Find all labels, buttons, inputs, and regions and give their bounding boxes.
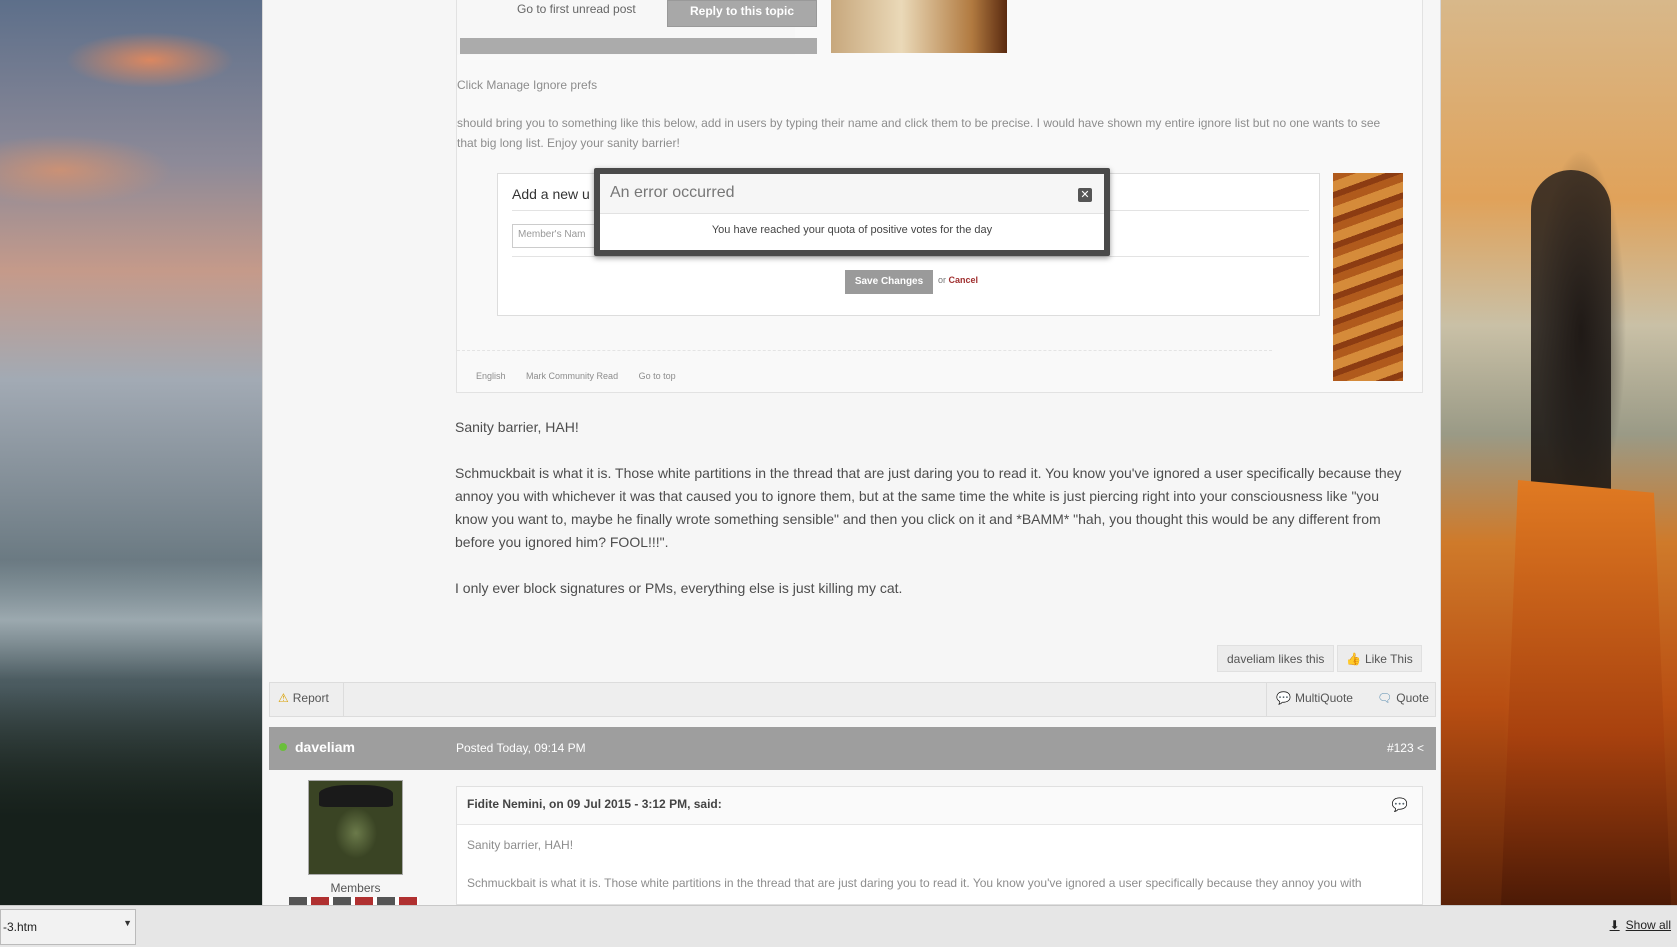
quote-text: Sanity barrier, HAH! Schmuckbait is what… <box>457 825 1422 903</box>
download-item[interactable]: -3.htm ▼ <box>0 909 136 945</box>
footer-link: English <box>476 371 506 381</box>
post-paragraph: Schmuckbait is what it is. Those white p… <box>455 465 1402 550</box>
online-status-icon <box>279 743 287 751</box>
footer-links: English Mark Community Read Go to top <box>476 371 694 381</box>
chat-bubbles-icon[interactable]: 💬 <box>1392 797 1408 813</box>
post-date: Posted Today, 09:14 PM <box>456 741 586 755</box>
report-label: Report <box>292 691 329 705</box>
footer-link: Go to top <box>638 371 676 381</box>
error-title: An error occurred <box>600 174 1104 214</box>
show-all-link[interactable]: ⬇ Show all <box>1610 918 1671 932</box>
first-unread-link: Go to first unread post <box>517 2 636 16</box>
dashed-divider <box>457 350 1272 351</box>
quote-cite-text: Fidite Nemini, on 09 Jul 2015 - 3:12 PM,… <box>467 797 722 811</box>
quote-box: Fidite Nemini, on 09 Jul 2015 - 3:12 PM,… <box>456 786 1423 905</box>
save-changes-button: Save Changes <box>845 270 933 294</box>
divider <box>1266 683 1267 716</box>
rock-cliff <box>1501 480 1671 905</box>
warning-icon: ⚠ <box>278 691 289 705</box>
post-number-label: #123 <box>1386 741 1414 755</box>
download-filename: -3.htm <box>3 920 38 934</box>
footer-link: Mark Community Read <box>526 371 619 381</box>
multiquote-button[interactable]: 💬 MultiQuote <box>1276 691 1353 705</box>
thumbnail-image <box>831 0 1007 53</box>
report-button[interactable]: ⚠ Report <box>278 691 329 705</box>
warrior-figure <box>1531 170 1611 500</box>
error-modal: An error occurred ✕ You have reached you… <box>594 168 1110 256</box>
quote-line: Sanity barrier, HAH! <box>467 838 574 852</box>
like-label: Like This <box>1364 652 1413 666</box>
forum-page: Go to first unread post Reply to this to… <box>262 0 1441 905</box>
show-all-label: Show all <box>1625 918 1671 932</box>
author-name[interactable]: daveliam <box>295 739 355 755</box>
download-icon: ⬇ <box>1609 918 1620 932</box>
quote-citation: Fidite Nemini, on 09 Jul 2015 - 3:12 PM,… <box>457 787 1422 825</box>
multiquote-icon: 💬 <box>1276 691 1291 705</box>
download-bar: -3.htm ▼ ⬇ Show all <box>0 905 1677 947</box>
quote-icon: 🗨 <box>1377 691 1393 705</box>
background-left-artwork <box>0 0 262 905</box>
post-body: Sanity barrier, HAH! Schmuckbait is what… <box>455 416 1415 623</box>
or-text: or <box>938 275 947 285</box>
member-group: Members <box>330 881 381 895</box>
close-icon[interactable]: ✕ <box>1078 188 1092 202</box>
cancel-link: Cancel <box>948 275 979 285</box>
post-paragraph: I only ever block signatures or PMs, eve… <box>455 580 903 596</box>
background-right-artwork <box>1441 0 1677 905</box>
divider <box>512 256 1309 257</box>
side-thumbnail <box>1333 173 1403 381</box>
quote-label: Quote <box>1396 691 1429 705</box>
thumbs-up-icon: 👍 <box>1346 652 1361 666</box>
post-number[interactable]: #123 < <box>1387 741 1424 755</box>
click-manage-text: Click Manage Ignore prefs <box>457 78 598 92</box>
likes-text[interactable]: daveliam likes this <box>1217 645 1335 672</box>
member-badges <box>289 897 419 905</box>
instructions-text: should bring you to something like this … <box>457 116 1381 150</box>
embedded-topbar: Go to first unread post Reply to this to… <box>457 0 817 55</box>
quote-button[interactable]: 🗨 Quote <box>1377 691 1429 705</box>
reply-topic-button: Reply to this topic <box>667 0 817 27</box>
multiquote-label: MultiQuote <box>1294 691 1353 705</box>
avatar-hat <box>319 785 393 807</box>
like-button[interactable]: 👍 Like This <box>1337 645 1422 672</box>
mist <box>0 560 262 680</box>
gray-bar <box>460 38 817 54</box>
panel-title: Add a new u <box>512 186 590 202</box>
avatar[interactable] <box>308 780 403 875</box>
or-cancel: or Cancel <box>938 275 978 285</box>
quote-line: Schmuckbait is what it is. Those white p… <box>467 876 1362 890</box>
forest <box>0 685 262 905</box>
divider <box>343 683 344 716</box>
post-header: daveliam Posted Today, 09:14 PM #123 < <box>269 727 1436 770</box>
error-message: You have reached your quota of positive … <box>711 224 993 236</box>
share-icon: < <box>1416 741 1424 755</box>
error-modal-inner: An error occurred ✕ You have reached you… <box>600 174 1104 250</box>
post-controls: ⚠ Report 💬 MultiQuote 🗨 Quote <box>269 682 1436 717</box>
chevron-down-icon[interactable]: ▼ <box>123 918 132 928</box>
post-paragraph: Sanity barrier, HAH! <box>455 419 579 435</box>
